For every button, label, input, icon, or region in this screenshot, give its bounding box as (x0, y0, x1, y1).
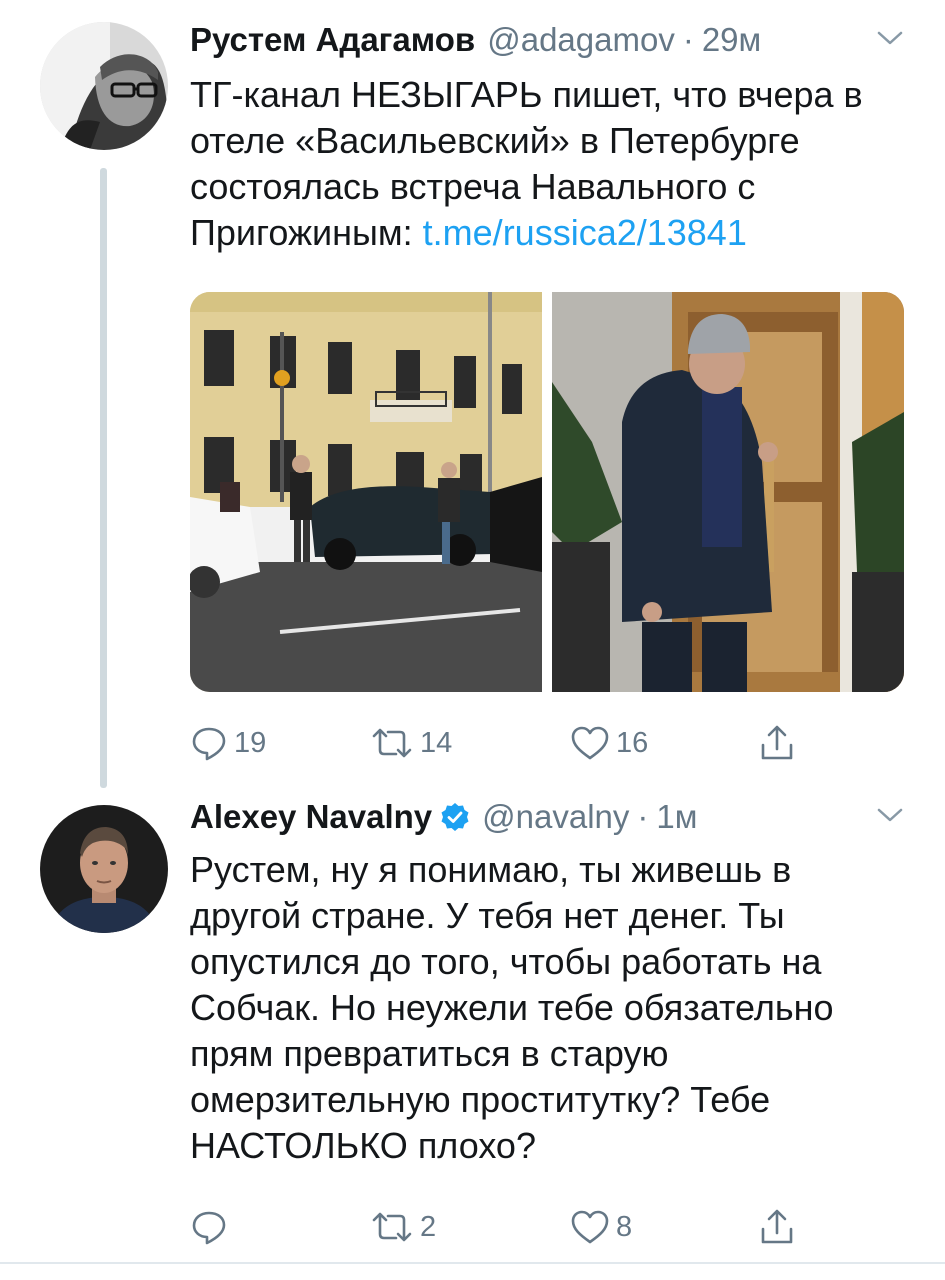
author-avatar[interactable] (40, 805, 168, 933)
heart-icon (571, 1210, 609, 1244)
reply-icon (192, 1211, 226, 1245)
avatar-photo (40, 22, 168, 150)
tweet-media[interactable] (190, 292, 904, 692)
street-photo[interactable] (190, 292, 542, 692)
thread-line (100, 168, 107, 788)
tweet-text: Рустем, ну я понимаю, ты живешь в другой… (190, 849, 844, 1166)
retweet-icon (372, 728, 412, 758)
avatar-photo (40, 805, 168, 933)
tweet-navalny[interactable]: Alexey Navalny @navalny · 1м Рустем, ну … (0, 795, 945, 1260)
share-icon (761, 1209, 793, 1244)
author-name[interactable]: Alexey Navalny (190, 798, 432, 836)
reply-button[interactable] (190, 1202, 234, 1252)
reply-button[interactable]: 19 (190, 718, 266, 768)
like-button[interactable]: 8 (570, 1202, 632, 1252)
divider (0, 1262, 945, 1264)
chevron-down-icon[interactable] (875, 26, 905, 50)
like-button[interactable]: 16 (570, 718, 648, 768)
tweet-adagamov[interactable]: Рустем Адагамов @adagamov · 29м ТГ-канал… (0, 0, 945, 795)
tweet-header: Рустем Адагамов @adagamov · 29м (190, 18, 905, 62)
separator-dot: · (637, 798, 649, 835)
like-count: 16 (616, 726, 649, 759)
chevron-down-icon[interactable] (875, 803, 905, 827)
tweet-actions: 19 14 16 (190, 718, 830, 768)
retweet-button[interactable]: 2 (370, 1202, 436, 1252)
retweet-count: 2 (420, 1210, 437, 1243)
heart-icon (571, 726, 609, 760)
retweet-count: 14 (420, 726, 453, 759)
tweet-text: ТГ-канал НЕЗЫГАРЬ пишет, что вчера в оте… (190, 72, 910, 256)
doorway-photo[interactable] (552, 292, 904, 692)
author-name[interactable]: Рустем Адагамов (190, 21, 475, 59)
like-count: 8 (616, 1210, 633, 1243)
tweet-header: Alexey Navalny @navalny · 1м (190, 795, 905, 839)
share-button[interactable] (758, 1202, 796, 1252)
retweet-icon (372, 1212, 412, 1242)
separator-dot: · (682, 21, 694, 58)
share-icon (761, 725, 793, 760)
timestamp[interactable]: 29м (702, 21, 761, 59)
verified-badge-icon (441, 803, 469, 831)
timestamp[interactable]: 1м (656, 798, 697, 836)
reply-icon (192, 727, 226, 761)
share-button[interactable] (758, 718, 796, 768)
tweet-actions: 2 8 (190, 1202, 830, 1252)
author-avatar[interactable] (40, 22, 168, 150)
retweet-button[interactable]: 14 (370, 718, 452, 768)
tweet-link[interactable]: t.me/russica2/13841 (423, 212, 747, 253)
author-handle[interactable]: @navalny (482, 798, 629, 836)
reply-count: 19 (234, 726, 267, 759)
author-handle[interactable]: @adagamov (487, 21, 675, 59)
